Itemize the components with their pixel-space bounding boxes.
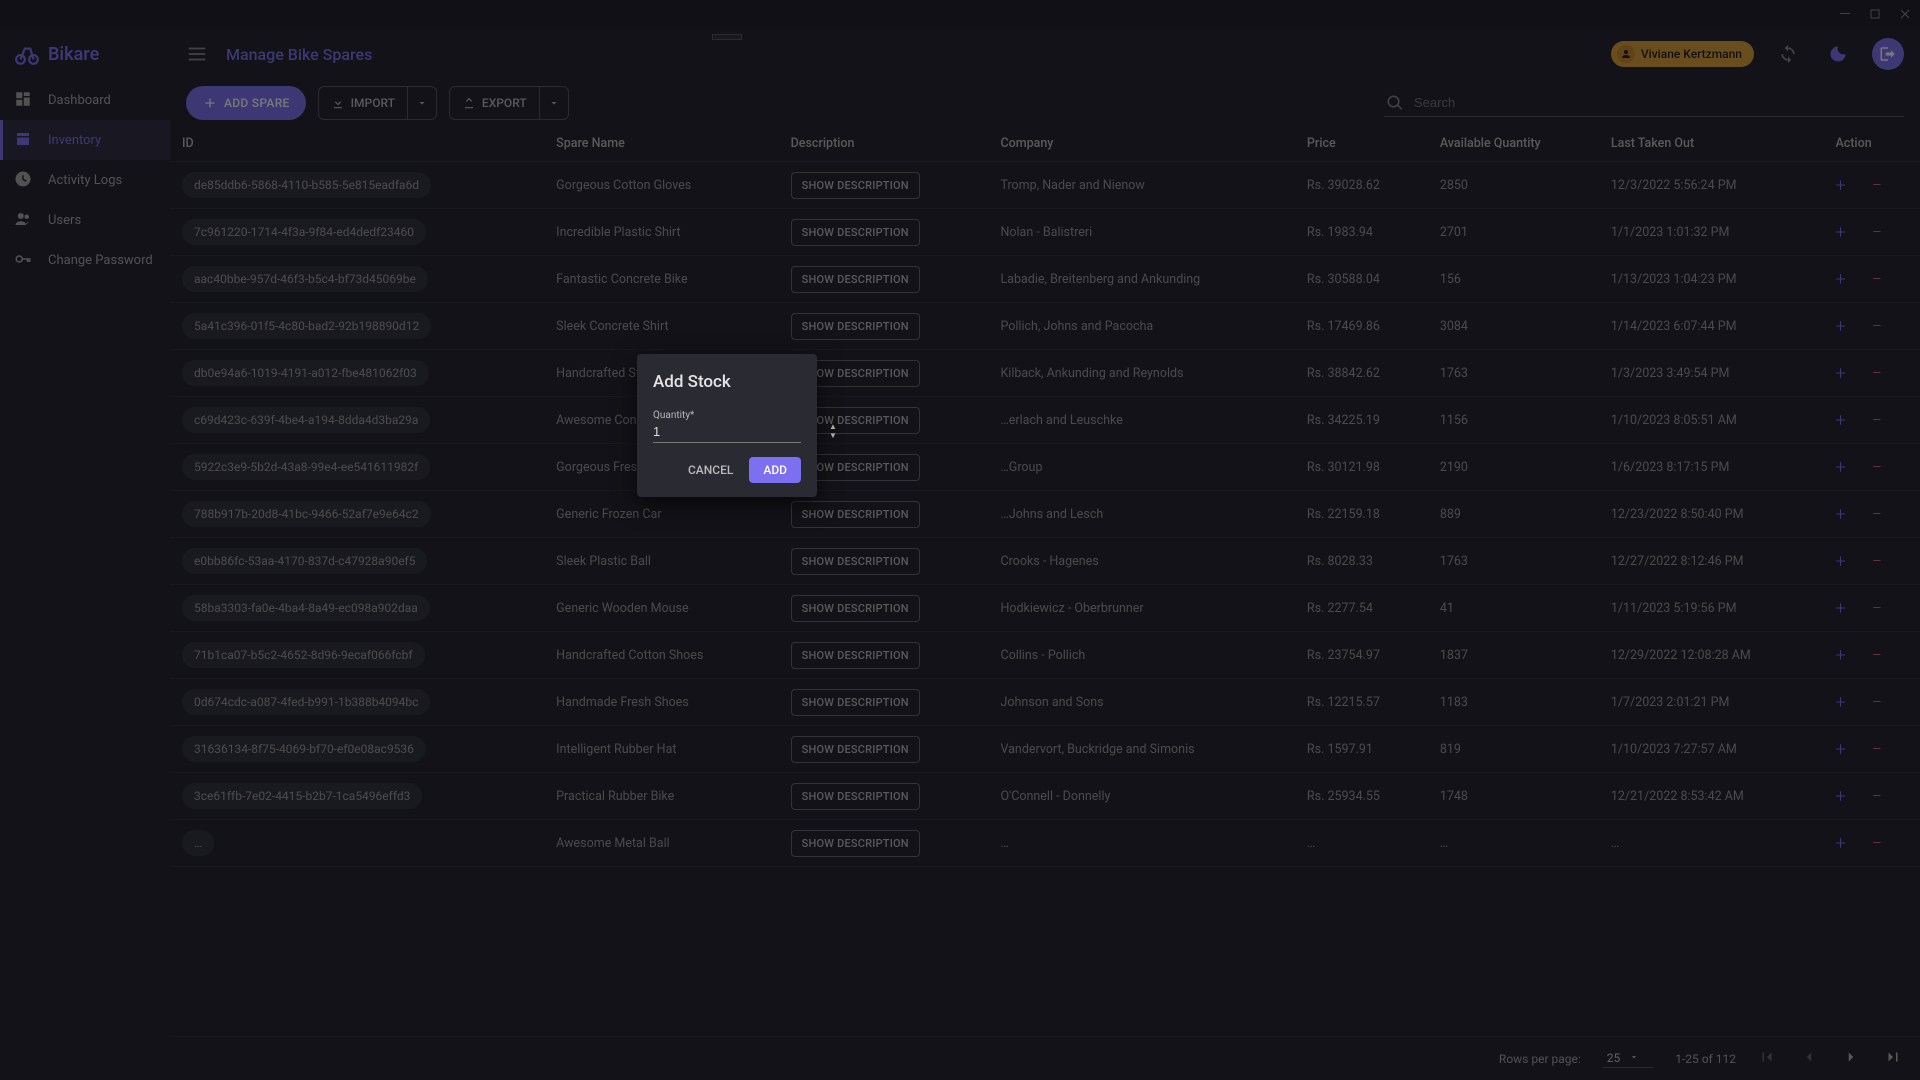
add-button[interactable]: ADD bbox=[749, 457, 801, 483]
quantity-input[interactable] bbox=[653, 424, 829, 439]
increment-icon[interactable]: ▲ bbox=[829, 423, 837, 431]
modal-overlay[interactable]: Add Stock Quantity* ▲ ▼ CANCEL ADD bbox=[0, 0, 1920, 1080]
decrement-icon[interactable]: ▼ bbox=[829, 432, 837, 440]
add-stock-modal: Add Stock Quantity* ▲ ▼ CANCEL ADD bbox=[637, 354, 817, 497]
modal-title: Add Stock bbox=[653, 372, 801, 392]
quantity-stepper[interactable]: ▲ ▼ bbox=[829, 423, 837, 440]
cancel-button[interactable]: CANCEL bbox=[678, 457, 743, 483]
quantity-label: Quantity* bbox=[653, 410, 801, 421]
